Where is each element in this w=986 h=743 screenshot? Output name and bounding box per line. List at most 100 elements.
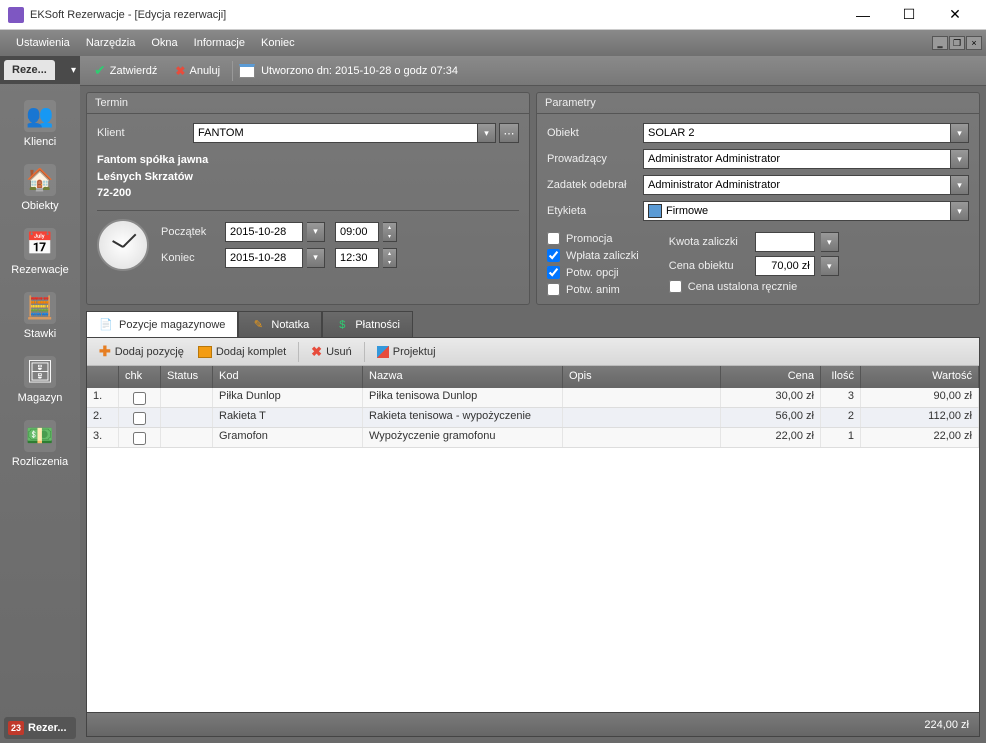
content: ✔ Zatwierdź ✖ Anuluj Utworzono dn: 2015-…	[80, 56, 986, 743]
row-checkbox[interactable]	[133, 412, 146, 425]
koniec-time-input[interactable]	[335, 248, 379, 268]
termin-header: Termin	[87, 93, 529, 114]
nav-label: Klienci	[2, 136, 78, 148]
created-info: Utworzono dn: 2015-10-28 o godz 07:34	[261, 65, 458, 77]
kwota-dropdown[interactable]: ▾	[821, 232, 839, 252]
prowadzacy-dropdown[interactable]: ▾	[951, 149, 969, 169]
promocja-checkbox[interactable]	[547, 232, 560, 245]
minimize-button[interactable]: —	[840, 0, 886, 30]
col-opis[interactable]: Opis	[563, 366, 721, 388]
obiekt-dropdown[interactable]: ▾	[951, 123, 969, 143]
etykieta-value: Firmowe	[666, 205, 708, 217]
cena-obiektu-dropdown[interactable]: ▾	[821, 256, 839, 276]
prowadzacy-input[interactable]	[643, 149, 951, 169]
menu-informacje[interactable]: Informacje	[186, 33, 253, 53]
recznie-checkbox[interactable]	[669, 280, 682, 293]
potwanim-checkbox-row[interactable]: Potw. anim	[547, 283, 639, 296]
klient-dropdown-button[interactable]: ▾	[478, 123, 496, 143]
kwota-input[interactable]	[755, 232, 815, 252]
col-nazwa[interactable]: Nazwa	[363, 366, 563, 388]
addr-line3: 72-200	[97, 185, 519, 202]
design-button[interactable]: Projektuj	[371, 343, 442, 361]
col-status[interactable]: Status	[161, 366, 213, 388]
nav-stawki[interactable]: 🧮 Stawki	[0, 286, 80, 350]
poczatek-date-input[interactable]	[225, 222, 303, 242]
sidebar-footer-button[interactable]: 23 Rezer...	[4, 717, 76, 739]
sidebar-footer: 23 Rezer...	[0, 713, 80, 743]
koniec-date-input[interactable]	[225, 248, 303, 268]
sidebar: Reze... ▾ 👥 Klienci 🏠 Obiekty 📅 Rezerwac…	[0, 56, 80, 743]
mdi-restore-button[interactable]: ❐	[949, 36, 965, 50]
koniec-time-spinner[interactable]: ▴▾	[383, 248, 397, 268]
tabs-area: 📄 Pozycje magazynowe ✎ Notatka $ Płatnoś…	[80, 311, 986, 743]
col-ilosc[interactable]: Ilość	[821, 366, 861, 388]
zadatek-input[interactable]	[643, 175, 951, 195]
action-toolbar: ✔ Zatwierdź ✖ Anuluj Utworzono dn: 2015-…	[80, 56, 986, 86]
mdi-close-button[interactable]: ×	[966, 36, 982, 50]
warehouse-icon: 🗄	[24, 356, 56, 388]
table-row[interactable]: 3. Gramofon Wypożyczenie gramofonu 22,00…	[87, 428, 979, 448]
promocja-checkbox-row[interactable]: Promocja	[547, 232, 639, 245]
add-position-button[interactable]: ✚Dodaj pozycję	[93, 340, 190, 363]
cena-obiektu-label: Cena obiektu	[669, 260, 749, 272]
table-row[interactable]: 2. Rakieta T Rakieta tenisowa - wypożycz…	[87, 408, 979, 428]
etykieta-input[interactable]: Firmowe	[643, 201, 951, 221]
people-icon: 👥	[24, 100, 56, 132]
poczatek-date-dropdown[interactable]: ▾	[307, 222, 325, 242]
poczatek-time-input[interactable]	[335, 222, 379, 242]
approve-button[interactable]: ✔ Zatwierdź	[88, 60, 163, 81]
cancel-button[interactable]: ✖ Anuluj	[169, 62, 226, 80]
potwopcji-checkbox-row[interactable]: Potw. opcji	[547, 266, 639, 279]
mdi-minimize-button[interactable]: ‗	[932, 36, 948, 50]
money-icon: 💵	[24, 420, 56, 452]
klient-input[interactable]	[193, 123, 478, 143]
plus-icon: ✚	[99, 343, 111, 360]
maximize-button[interactable]: ☐	[886, 0, 932, 30]
col-wartosc[interactable]: Wartość	[861, 366, 979, 388]
box-icon	[198, 346, 212, 358]
cena-obiektu-input[interactable]	[755, 256, 815, 276]
poczatek-time-spinner[interactable]: ▴▾	[383, 222, 397, 242]
etykieta-dropdown[interactable]: ▾	[951, 201, 969, 221]
close-button[interactable]: ✕	[932, 0, 978, 30]
col-num[interactable]	[87, 366, 119, 388]
window-controls: — ☐ ✕	[840, 0, 978, 30]
nav-magazyn[interactable]: 🗄 Magazyn	[0, 350, 80, 414]
col-chk[interactable]: chk	[119, 366, 161, 388]
zadatek-dropdown[interactable]: ▾	[951, 175, 969, 195]
potwopcji-checkbox[interactable]	[547, 266, 560, 279]
tab-platnosci[interactable]: $ Płatności	[322, 311, 413, 337]
koniec-date-dropdown[interactable]: ▾	[307, 248, 325, 268]
menu-koniec[interactable]: Koniec	[253, 33, 303, 53]
sidebar-caret-icon[interactable]: ▾	[71, 65, 76, 76]
nav-rezerwacje[interactable]: 📅 Rezerwacje	[0, 222, 80, 286]
menubar: Ustawienia Narzędzia Okna Informacje Kon…	[0, 30, 986, 56]
wplata-checkbox-row[interactable]: Wpłata zaliczki	[547, 249, 639, 262]
wplata-checkbox[interactable]	[547, 249, 560, 262]
menu-okna[interactable]: Okna	[143, 33, 185, 53]
menu-ustawienia[interactable]: Ustawienia	[8, 33, 78, 53]
menu-narzedzia[interactable]: Narzędzia	[78, 33, 144, 53]
app-icon	[8, 7, 24, 23]
tab-notatka[interactable]: ✎ Notatka	[238, 311, 322, 337]
add-set-button[interactable]: Dodaj komplet	[192, 343, 292, 361]
nav-label: Obiekty	[2, 200, 78, 212]
tab-pozycje[interactable]: 📄 Pozycje magazynowe	[86, 311, 238, 337]
approve-label: Zatwierdź	[110, 65, 158, 77]
table-row[interactable]: 1. Piłka Dunlop Piłka tenisowa Dunlop 30…	[87, 388, 979, 408]
col-cena[interactable]: Cena	[721, 366, 821, 388]
nav-rozliczenia[interactable]: 💵 Rozliczenia	[0, 414, 80, 478]
obiekt-input[interactable]	[643, 123, 951, 143]
potwanim-checkbox[interactable]	[547, 283, 560, 296]
nav-obiekty[interactable]: 🏠 Obiekty	[0, 158, 80, 222]
sidebar-tab[interactable]: Reze...	[4, 60, 55, 80]
row-checkbox[interactable]	[133, 392, 146, 405]
col-kod[interactable]: Kod	[213, 366, 363, 388]
klient-browse-button[interactable]: ⋯	[499, 123, 519, 143]
row-checkbox[interactable]	[133, 432, 146, 445]
grid-footer: 224,00 zł	[87, 712, 979, 736]
delete-button[interactable]: ✖Usuń	[305, 341, 358, 363]
nav-klienci[interactable]: 👥 Klienci	[0, 94, 80, 158]
grid-body[interactable]: 1. Piłka Dunlop Piłka tenisowa Dunlop 30…	[87, 388, 979, 712]
recznie-checkbox-row[interactable]: Cena ustalona ręcznie	[669, 280, 839, 293]
